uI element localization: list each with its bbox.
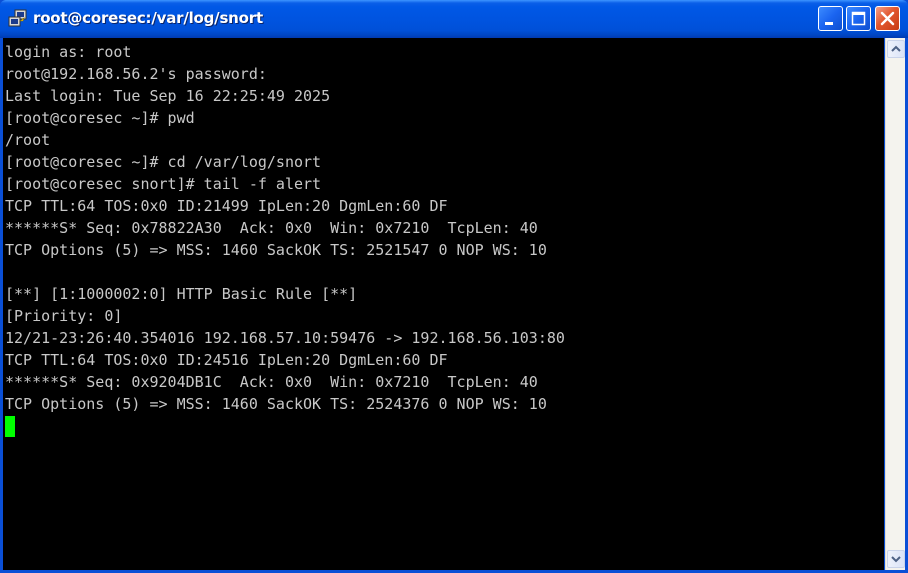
terminal-line: [**] [1:1000002:0] HTTP Basic Rule [**]	[5, 285, 358, 303]
putty-window: root@coresec:/var/log/snort login as: ro…	[0, 0, 908, 573]
terminal-line: 12/21-23:26:40.354016 192.168.57.10:5947…	[5, 329, 565, 347]
terminal-line: TCP TTL:64 TOS:0x0 ID:24516 IpLen:20 Dgm…	[5, 351, 448, 369]
minimize-icon	[825, 22, 833, 25]
terminal-line: TCP Options (5) => MSS: 1460 SackOK TS: …	[5, 241, 547, 259]
terminal-line: [root@coresec ~]# pwd	[5, 109, 195, 127]
terminal-line: ******S* Seq: 0x78822A30 Ack: 0x0 Win: 0…	[5, 219, 538, 237]
terminal-line: root@192.168.56.2's password:	[5, 65, 267, 83]
vertical-scrollbar[interactable]	[885, 38, 905, 570]
scroll-down-button[interactable]	[887, 550, 905, 568]
title-bar[interactable]: root@coresec:/var/log/snort	[0, 0, 908, 38]
maximize-button[interactable]	[846, 6, 871, 31]
window-title: root@coresec:/var/log/snort	[33, 9, 263, 27]
maximize-icon	[851, 11, 866, 26]
terminal-line: /root	[5, 131, 51, 149]
terminal-line: [Priority: 0]	[5, 307, 123, 325]
terminal-line: ******S* Seq: 0x9204DB1C Ack: 0x0 Win: 0…	[5, 373, 538, 391]
scroll-up-arrow-icon	[891, 45, 901, 52]
scroll-up-button[interactable]	[887, 40, 905, 58]
scroll-down-arrow-icon	[891, 556, 901, 563]
terminal-cursor	[5, 416, 15, 437]
terminal-line: TCP Options (5) => MSS: 1460 SackOK TS: …	[5, 395, 547, 413]
terminal-output[interactable]: login as: root root@192.168.56.2's passw…	[3, 38, 884, 570]
terminal-line: Last login: Tue Sep 16 22:25:49 2025	[5, 87, 331, 105]
terminal-line: [root@coresec snort]# tail -f alert	[5, 175, 322, 193]
terminal-line: [root@coresec ~]# cd /var/log/snort	[5, 153, 322, 171]
close-icon	[880, 11, 895, 26]
minimize-button[interactable]	[818, 6, 843, 31]
terminal-line: TCP TTL:64 TOS:0x0 ID:21499 IpLen:20 Dgm…	[5, 197, 448, 215]
close-button[interactable]	[875, 6, 900, 31]
terminal-line: login as: root	[5, 43, 132, 61]
putty-icon[interactable]	[8, 9, 28, 29]
